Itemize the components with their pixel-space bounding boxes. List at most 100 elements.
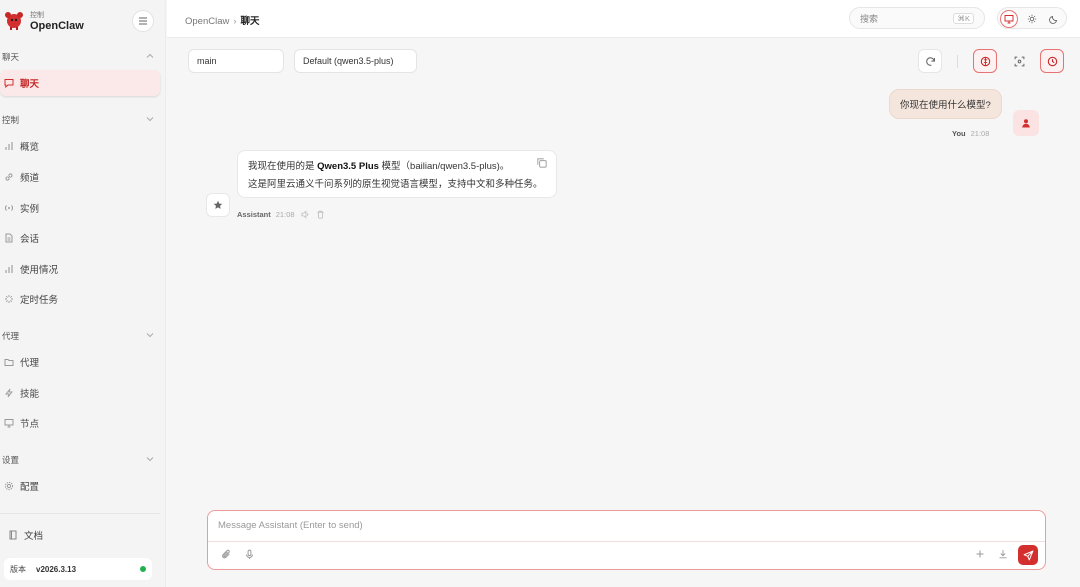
export-button[interactable] (997, 548, 1009, 560)
sidebar-item-label: 配置 (20, 482, 40, 493)
history-button[interactable] (1040, 49, 1064, 73)
theme-system-button[interactable] (1000, 10, 1018, 28)
new-session-button[interactable] (974, 548, 986, 560)
message-composer: Message Assistant (Enter to send) (207, 510, 1046, 570)
voice-input-button[interactable] (243, 548, 255, 560)
sidebar-item-cron-jobs[interactable]: 定时任务 (0, 286, 160, 312)
sidebar-item-label: 实例 (20, 204, 40, 215)
user-name: You (952, 129, 966, 138)
document-icon (4, 233, 14, 243)
brand-title: OpenClaw (30, 20, 84, 32)
star-icon (213, 200, 223, 209)
copy-icon[interactable] (536, 157, 548, 169)
sidebar-item-overview[interactable]: 概览 (0, 133, 160, 159)
version-value: v2026.3.13 (36, 564, 77, 574)
trash-icon[interactable] (316, 210, 325, 219)
message-input[interactable]: Message Assistant (Enter to send) (218, 520, 363, 531)
focus-mode-button[interactable] (1007, 49, 1031, 73)
paperclip-icon (221, 549, 230, 558)
sidebar-item-agents[interactable]: 代理 (0, 349, 160, 375)
download-icon (999, 550, 1007, 559)
thinking-toggle-button[interactable] (973, 49, 997, 73)
theme-dark-button[interactable] (1045, 10, 1063, 28)
topbar: OpenClaw › 聊天 搜索 ⌘K (167, 0, 1080, 38)
breadcrumb-separator: › (233, 16, 237, 27)
gear-icon (4, 481, 14, 491)
online-status-dot (140, 566, 146, 572)
sidebar-item-label: 概览 (20, 142, 40, 153)
plus-icon (976, 550, 984, 558)
brand-subtitle: 控制 (30, 12, 44, 19)
sidebar-item-sessions[interactable]: 会话 (0, 225, 160, 251)
assistant-text-prefix: 我现在使用的是 (248, 161, 318, 172)
sidebar-item-channels[interactable]: 频道 (0, 164, 160, 190)
breadcrumb-current: 聊天 (240, 16, 260, 27)
assistant-message-line-2: 这是阿里云通义千问系列的原生视觉语言模型，支持中文和多种任务。 (248, 179, 543, 190)
chevron-down-icon[interactable] (146, 115, 154, 123)
user-message-bubble: 你现在使用什么模型? (889, 89, 1002, 119)
folder-icon (4, 357, 14, 367)
sidebar-item-nodes[interactable]: 节点 (0, 410, 160, 436)
user-message-time: 21:08 (970, 129, 990, 138)
send-icon (1023, 550, 1033, 560)
bar-chart-icon (4, 264, 14, 274)
sidebar-item-config[interactable]: 配置 (0, 473, 160, 499)
assistant-message-time: 21:08 (275, 210, 295, 219)
model-select[interactable]: Default (qwen3.5-plus) (294, 49, 417, 73)
composer-divider (208, 541, 1045, 542)
breadcrumb-root[interactable]: OpenClaw (185, 16, 229, 27)
sidebar-item-label: 聊天 (20, 79, 40, 90)
version-label: 版本 (10, 564, 26, 574)
search-placeholder: 搜索 (860, 13, 879, 24)
docs-link[interactable]: 文档 (8, 528, 43, 542)
monitor-icon (1004, 15, 1014, 24)
chat-main: main Default (qwen3.5-plus) 你现在使用什么模型? Y… (167, 38, 1080, 587)
user-message-meta: You 21:08 (952, 129, 989, 138)
collapse-sidebar-button[interactable] (132, 10, 154, 32)
brand: 控制 OpenClaw (0, 0, 166, 40)
theme-light-button[interactable] (1023, 10, 1041, 28)
chevron-down-icon[interactable] (146, 455, 154, 463)
sidebar-item-label: 节点 (20, 419, 40, 430)
user-icon (1022, 119, 1030, 128)
assistant-message-meta: Assistant 21:08 (237, 210, 325, 219)
breadcrumb: OpenClaw › 聊天 (185, 13, 260, 27)
lobster-logo-icon (5, 12, 23, 30)
assistant-message-bubble: 我现在使用的是 Qwen3.5 Plus 模型（bailian/qwen3.5-… (237, 150, 557, 198)
attach-button[interactable] (220, 548, 232, 560)
zap-icon (4, 388, 14, 398)
brain-icon (980, 56, 990, 66)
link-icon (4, 172, 14, 182)
toolbar-separator (957, 55, 958, 68)
assistant-name: Assistant (237, 210, 271, 219)
sidebar-item-instances[interactable]: 实例 (0, 195, 160, 221)
section-title-agents: 代理 (2, 331, 20, 341)
assistant-message-line-1: 我现在使用的是 Qwen3.5 Plus 模型（bailian/qwen3.5-… (248, 158, 546, 176)
message-icon (4, 78, 14, 88)
section-title-settings: 设置 (2, 455, 20, 465)
sidebar-item-skills[interactable]: 技能 (0, 380, 160, 406)
session-select[interactable]: main (188, 49, 284, 73)
book-icon (9, 530, 17, 540)
speaker-icon[interactable] (301, 210, 310, 219)
clock-icon (1047, 56, 1057, 66)
sidebar-item-usage[interactable]: 使用情况 (0, 256, 160, 282)
version-indicator: 版本 v2026.3.13 (4, 558, 152, 580)
sidebar-item-chat[interactable]: 聊天 (0, 70, 160, 96)
sidebar-item-label: 定时任务 (20, 295, 59, 306)
search-input[interactable]: 搜索 ⌘K (849, 7, 985, 29)
chevron-up-icon[interactable] (146, 52, 154, 60)
monitor-icon (4, 418, 14, 428)
chevron-down-icon[interactable] (146, 331, 154, 339)
user-avatar (1013, 110, 1039, 136)
send-button[interactable] (1018, 545, 1038, 565)
sun-icon (1027, 14, 1037, 24)
refresh-button[interactable] (918, 49, 942, 73)
docs-label: 文档 (24, 531, 44, 542)
theme-switcher (997, 7, 1067, 29)
section-title-chat: 聊天 (2, 52, 20, 62)
loader-icon (4, 294, 14, 304)
microphone-icon (245, 549, 253, 559)
moon-icon (1049, 15, 1058, 24)
sidebar-item-label: 使用情况 (20, 265, 59, 276)
